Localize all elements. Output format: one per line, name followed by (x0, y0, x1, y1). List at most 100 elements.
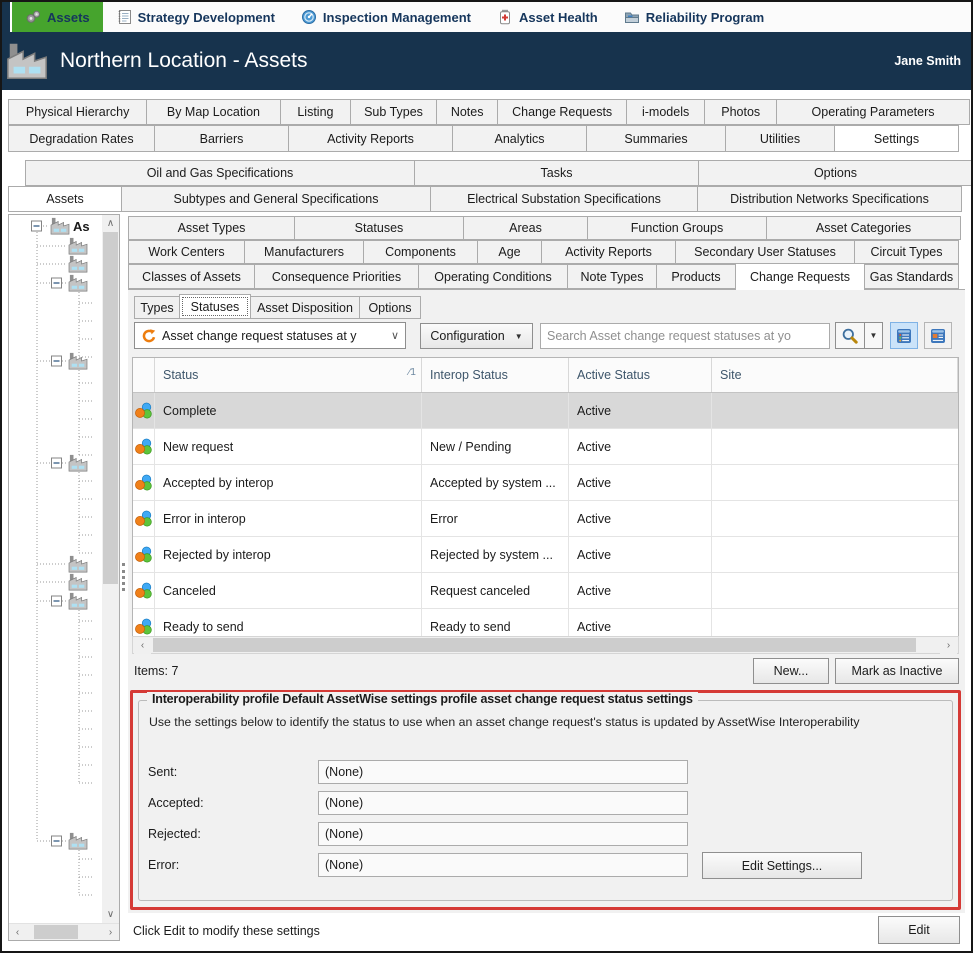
scroll-right-icon[interactable]: › (940, 637, 957, 654)
new-button[interactable]: New... (753, 658, 829, 684)
tab-barriers[interactable]: Barriers (154, 125, 289, 152)
tab-utilities[interactable]: Utilities (725, 125, 835, 152)
scroll-down-icon[interactable]: ∨ (102, 906, 119, 923)
header-icon-column[interactable] (133, 358, 155, 392)
tab-listing[interactable]: Listing (279, 99, 352, 125)
tab-change-requests-outer[interactable]: Change Requests (497, 99, 627, 125)
search-input[interactable] (540, 323, 830, 349)
tree-horizontal-scrollbar[interactable]: ‹ › (9, 923, 119, 940)
tab-note-types[interactable]: Note Types (567, 264, 657, 289)
menu-item-strategy-development[interactable]: Strategy Development (103, 2, 288, 32)
tree-vertical-scrollbar[interactable]: ∧ ∨ (102, 215, 119, 923)
tab-statuses-settings[interactable]: Statuses (294, 216, 464, 240)
tab-secondary-user-statuses[interactable]: Secondary User Statuses (675, 240, 855, 264)
scroll-thumb[interactable] (153, 638, 916, 652)
list-view-button[interactable] (890, 322, 918, 349)
tree-expand-icon[interactable] (31, 220, 42, 232)
tree-expand-icon[interactable] (51, 595, 62, 607)
table-row[interactable]: Complete Active (133, 393, 958, 429)
tab-function-groups[interactable]: Function Groups (587, 216, 767, 240)
header-interop-status[interactable]: Interop Status (422, 358, 569, 392)
scroll-up-icon[interactable]: ∧ (102, 215, 119, 232)
tab-subtypes-general-specifications[interactable]: Subtypes and General Specifications (121, 186, 431, 212)
tab-asset-types[interactable]: Asset Types (128, 216, 295, 240)
header-active-status[interactable]: Active Status (569, 358, 712, 392)
tab-components[interactable]: Components (363, 240, 478, 264)
rejected-field[interactable]: (None) (318, 822, 688, 846)
tab-settings[interactable]: Settings (834, 125, 959, 152)
tab-notes[interactable]: Notes (435, 99, 499, 125)
tab-operating-parameters[interactable]: Operating Parameters (776, 99, 970, 125)
menu-item-inspection-management[interactable]: Inspection Management (288, 2, 484, 32)
table-row[interactable]: Error in interop Error Active (133, 501, 958, 537)
tree-expand-icon[interactable] (51, 355, 62, 367)
accepted-field[interactable]: (None) (318, 791, 688, 815)
asset-tree[interactable]: As (9, 215, 101, 911)
edit-button[interactable]: Edit (878, 916, 960, 944)
tab-classes-of-assets[interactable]: Classes of Assets (128, 264, 255, 289)
table-row[interactable]: Rejected by interop Rejected by system .… (133, 537, 958, 573)
scroll-left-icon[interactable]: ‹ (134, 637, 151, 654)
tab-sub-types[interactable]: Sub Types (350, 99, 437, 125)
subtab-types[interactable]: Types (134, 296, 180, 319)
table-row[interactable]: Accepted by interop Accepted by system .… (133, 465, 958, 501)
tab-physical-hierarchy[interactable]: Physical Hierarchy (8, 99, 148, 125)
sent-field[interactable]: (None) (318, 760, 688, 784)
header-site[interactable]: Site (712, 358, 958, 392)
table-horizontal-scrollbar[interactable]: ‹ › (132, 636, 959, 654)
table-row[interactable]: New request New / Pending Active (133, 429, 958, 465)
menu-item-assets[interactable]: Assets (12, 2, 103, 32)
tab-distribution-networks-specifications[interactable]: Distribution Networks Specifications (697, 186, 962, 212)
menu-item-asset-health[interactable]: Asset Health (484, 2, 611, 32)
tab-oil-and-gas-specifications[interactable]: Oil and Gas Specifications (25, 160, 415, 186)
scroll-thumb[interactable] (103, 232, 118, 584)
tab-products[interactable]: Products (656, 264, 736, 289)
toolbar-grip[interactable] (2, 2, 12, 32)
table-row[interactable]: Canceled Request canceled Active (133, 573, 958, 609)
scope-dropdown[interactable]: Asset change request statuses at y ∨ (134, 322, 406, 349)
tab-change-requests[interactable]: Change Requests (735, 263, 865, 290)
detail-view-button[interactable] (924, 322, 952, 349)
tab-assets-section[interactable]: Assets (8, 186, 122, 212)
scroll-left-icon[interactable]: ‹ (9, 924, 26, 940)
search-options-dropdown[interactable]: ▼ (864, 322, 883, 349)
tab-analytics[interactable]: Analytics (452, 125, 587, 152)
tree-expand-icon[interactable] (51, 277, 62, 289)
tab-asset-categories[interactable]: Asset Categories (766, 216, 961, 240)
tab-options-section[interactable]: Options (698, 160, 971, 186)
error-field[interactable]: (None) (318, 853, 688, 877)
menu-item-reliability-program[interactable]: Reliability Program (611, 2, 777, 32)
cell-active: Active (569, 465, 712, 500)
tree-expand-icon[interactable] (51, 835, 62, 847)
mark-as-inactive-button[interactable]: Mark as Inactive (835, 658, 959, 684)
subtab-options[interactable]: Options (359, 296, 421, 319)
header-status[interactable]: Status ∕1 (155, 358, 422, 392)
tab-activity-reports-settings[interactable]: Activity Reports (541, 240, 676, 264)
search-button[interactable] (835, 322, 865, 349)
configuration-button[interactable]: Configuration ▼ (420, 323, 533, 349)
subtab-asset-disposition[interactable]: Asset Disposition (250, 296, 360, 319)
scroll-right-icon[interactable]: › (102, 924, 119, 940)
tab-i-models[interactable]: i-models (625, 99, 706, 125)
tab-gas-standards[interactable]: Gas Standards (864, 264, 959, 289)
tab-circuit-types[interactable]: Circuit Types (854, 240, 959, 264)
scroll-thumb[interactable] (34, 925, 78, 939)
tab-summaries[interactable]: Summaries (586, 125, 726, 152)
tab-by-map-location[interactable]: By Map Location (146, 99, 281, 125)
tab-tasks[interactable]: Tasks (414, 160, 699, 186)
tab-age[interactable]: Age (477, 240, 542, 264)
tab-degradation-rates[interactable]: Degradation Rates (8, 125, 155, 152)
tab-operating-conditions[interactable]: Operating Conditions (418, 264, 568, 289)
tab-photos[interactable]: Photos (704, 99, 778, 125)
tab-manufacturers[interactable]: Manufacturers (244, 240, 364, 264)
tree-expand-icon[interactable] (51, 457, 62, 469)
tab-activity-reports-outer[interactable]: Activity Reports (288, 125, 453, 152)
group-description: Use the settings below to identify the s… (149, 715, 860, 729)
tab-electrical-substation-specifications[interactable]: Electrical Substation Specifications (430, 186, 698, 212)
tab-work-centers[interactable]: Work Centers (128, 240, 245, 264)
tab-consequence-priorities[interactable]: Consequence Priorities (254, 264, 419, 289)
tab-areas[interactable]: Areas (463, 216, 588, 240)
subtab-statuses[interactable]: Statuses (179, 294, 251, 319)
tree-root-label: As (73, 219, 90, 234)
edit-settings-button[interactable]: Edit Settings... (702, 852, 862, 879)
